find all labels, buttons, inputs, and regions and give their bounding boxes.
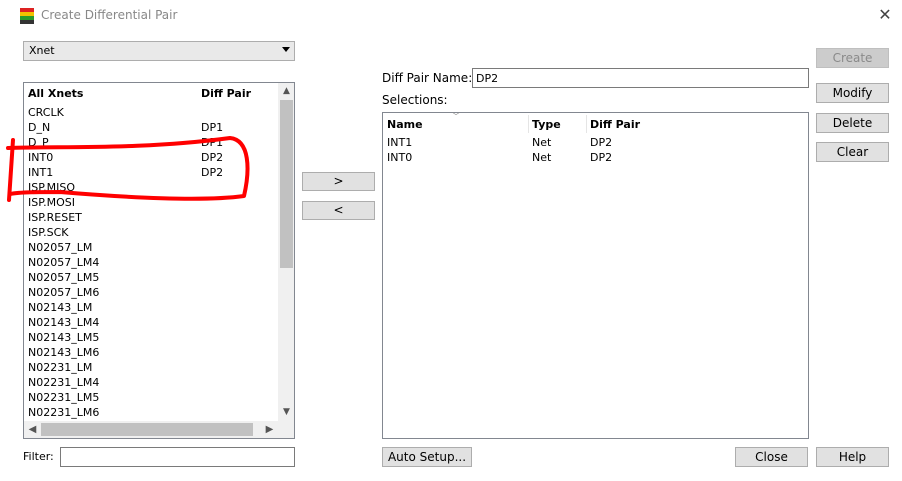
xnet-diff-pair: DP1 [201,136,224,149]
xnet-name: N02231_LM5 [28,391,100,404]
title-bar: Create Differential Pair ✕ [0,0,902,32]
scroll-left-icon[interactable]: ◀ [24,421,41,438]
diff-pair-name-input[interactable] [472,68,809,88]
xnet-name: N02143_LM5 [28,331,100,344]
xnet-row[interactable]: INT1 DP2 [24,165,278,180]
diff-pair-name-label: Diff Pair Name: [382,71,473,85]
add-to-selection-button[interactable]: > [302,172,375,191]
xnet-row[interactable]: ISP.RESET [24,210,278,225]
sort-caret-icon: ﹀ [452,112,460,121]
xnet-name: ISP.MISO [28,181,76,194]
xnet-row[interactable]: N02143_LM [24,300,278,315]
xnet-name: CRCLK [28,106,64,119]
selections-list[interactable]: ﹀ Name Type Diff Pair INT1 Net DP2 INT0 … [382,112,809,439]
xnet-name: N02057_LM [28,241,93,254]
create-button[interactable]: Create [816,48,889,68]
xnet-list-header: All Xnets Diff Pair [24,83,278,103]
xnet-row[interactable]: N02057_LM6 [24,285,278,300]
selection-diff-pair: DP2 [590,151,613,164]
xnet-name: INT1 [28,166,54,179]
xnet-name: N02231_LM6 [28,406,100,419]
xnet-name: N02143_LM [28,301,93,314]
xnet-row[interactable]: ISP.MOSI [24,195,278,210]
xnet-row[interactable]: N02057_LM5 [24,270,278,285]
xnet-rows: CRCLK D_N DP1 D_P DP1 INT0 DP2 INT1 DP2 ISP.MISO I… [24,105,278,420]
xnet-row[interactable]: INT0 DP2 [24,150,278,165]
xnet-name: N02143_LM4 [28,316,100,329]
xnet-row[interactable]: N02143_LM4 [24,315,278,330]
xnet-row[interactable]: N02143_LM5 [24,330,278,345]
header-diff-pair: Diff Pair [201,87,252,100]
xnet-name: ISP.RESET [28,211,82,224]
close-window-icon[interactable]: ✕ [876,6,894,24]
vertical-scrollbar[interactable]: ▲ ▼ [278,83,294,421]
xnet-name: D_P [28,136,49,149]
selection-row[interactable]: INT0 Net DP2 [383,150,808,165]
column-separator[interactable] [528,115,529,133]
xnet-row[interactable]: N02231_LM4 [24,375,278,390]
remove-from-selection-button[interactable]: < [302,201,375,220]
xnet-name: N02231_LM [28,361,93,374]
xnet-name: D_N [28,121,51,134]
xnet-row[interactable]: ISP.SCK [24,225,278,240]
header-all-xnets: All Xnets [28,87,84,100]
xnet-row[interactable]: N02057_LM [24,240,278,255]
xnet-row[interactable]: N02231_LM [24,360,278,375]
auto-setup-button[interactable]: Auto Setup... [382,447,472,467]
delete-button[interactable]: Delete [816,113,889,133]
selection-type: Net [532,151,552,164]
selections-header: ﹀ Name Type Diff Pair [383,112,808,135]
scroll-corner [278,421,294,438]
header-diff-pair[interactable]: Diff Pair [590,118,640,131]
selection-name: INT0 [387,151,413,164]
filter-label: Filter: [23,450,54,463]
selection-name: INT1 [387,136,413,149]
xnet-diff-pair: DP2 [201,166,224,179]
xnet-name: ISP.MOSI [28,196,76,209]
xnet-row[interactable]: D_N DP1 [24,120,278,135]
xnet-type-dropdown[interactable]: Xnet [23,41,295,61]
header-name[interactable]: Name [387,118,423,131]
xnet-name: N02143_LM6 [28,346,100,359]
xnet-row[interactable]: CRCLK [24,105,278,120]
header-type[interactable]: Type [532,118,561,131]
xnet-row[interactable]: N02231_LM6 [24,405,278,420]
help-button[interactable]: Help [816,447,889,467]
xnet-name: ISP.SCK [28,226,69,239]
window-title: Create Differential Pair [41,8,178,22]
xnet-row[interactable]: N02057_LM4 [24,255,278,270]
scroll-down-icon[interactable]: ▼ [278,404,294,421]
xnet-name: N02057_LM6 [28,286,100,299]
dropdown-value: Xnet [29,44,55,57]
hscroll-thumb[interactable] [41,423,253,436]
selection-diff-pair: DP2 [590,136,613,149]
xnet-name: INT0 [28,151,54,164]
selection-row[interactable]: INT1 Net DP2 [383,135,808,150]
xnet-row[interactable]: N02231_LM5 [24,390,278,405]
scroll-right-icon[interactable]: ▶ [261,421,278,438]
close-button[interactable]: Close [735,447,808,467]
app-icon [20,8,34,24]
xnet-row[interactable]: D_P DP1 [24,135,278,150]
xnet-row[interactable]: N02143_LM6 [24,345,278,360]
chevron-down-icon [282,47,290,52]
clear-button[interactable]: Clear [816,142,889,162]
xnet-name: N02057_LM5 [28,271,100,284]
xnet-row[interactable]: ISP.MISO [24,180,278,195]
modify-button[interactable]: Modify [816,83,889,103]
selections-label: Selections: [382,93,448,107]
xnet-name: N02231_LM4 [28,376,100,389]
xnet-diff-pair: DP1 [201,121,224,134]
filter-input[interactable] [60,447,295,467]
all-xnets-list[interactable]: All Xnets Diff Pair CRCLK D_N DP1 D_P DP1 INT… [23,82,295,439]
column-separator[interactable] [586,115,587,133]
selection-type: Net [532,136,552,149]
xnet-name: N02057_LM4 [28,256,100,269]
horizontal-scrollbar[interactable]: ◀ ▶ [24,421,278,438]
xnet-diff-pair: DP2 [201,151,224,164]
scroll-thumb[interactable] [280,100,293,268]
scroll-up-icon[interactable]: ▲ [278,83,294,100]
